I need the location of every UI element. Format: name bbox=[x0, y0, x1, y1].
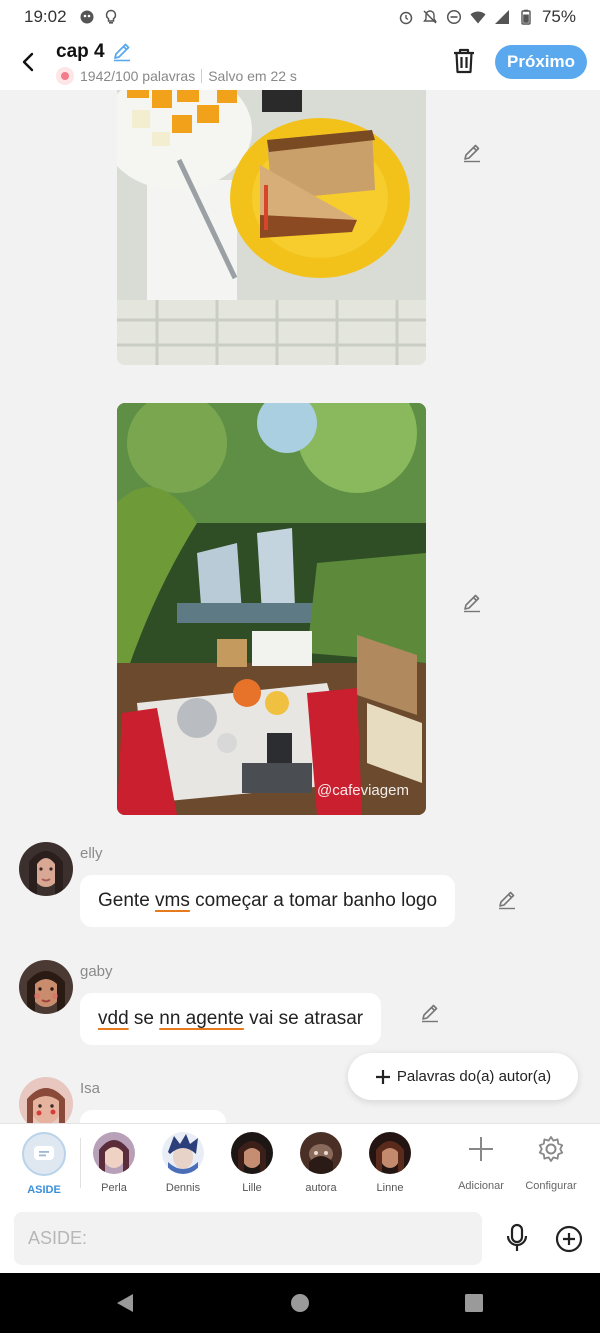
add-circle-icon[interactable] bbox=[555, 1225, 583, 1253]
edit-image-icon[interactable] bbox=[461, 142, 483, 164]
spellcheck-word: vdd bbox=[98, 1008, 129, 1029]
food-photo-image bbox=[117, 90, 426, 365]
edit-message-icon[interactable] bbox=[496, 889, 518, 911]
configure-button[interactable]: Configurar bbox=[519, 1134, 583, 1192]
author-name: Isa bbox=[80, 1080, 101, 1097]
character-label: autora bbox=[305, 1182, 337, 1194]
author-name: gaby bbox=[80, 963, 113, 980]
status-bar: 19:02 75% bbox=[0, 0, 600, 34]
chapter-title: cap 4 bbox=[56, 41, 105, 62]
avatar-isa[interactable] bbox=[19, 1077, 73, 1123]
app-notification-icon bbox=[80, 10, 94, 24]
photo-watermark: @cafeviagem bbox=[317, 782, 409, 799]
avatar-gaby[interactable] bbox=[19, 960, 73, 1014]
battery-level: 75% bbox=[541, 7, 576, 26]
avatar bbox=[162, 1132, 204, 1174]
add-character-button[interactable]: Adicionar bbox=[449, 1134, 513, 1192]
editor-header: cap 4 1942/100 palavras Salvo em 22 s Pr… bbox=[0, 34, 600, 90]
message-text-segment: Gente bbox=[98, 890, 156, 911]
do-not-disturb-icon bbox=[446, 9, 462, 25]
avatar bbox=[300, 1132, 342, 1174]
author-words-button[interactable]: Palavras do(a) autor(a) bbox=[348, 1053, 578, 1100]
avatar bbox=[369, 1132, 411, 1174]
signal-icon bbox=[494, 10, 509, 24]
chevron-left-icon bbox=[22, 52, 34, 72]
author-words-label: Palavras do(a) autor(a) bbox=[396, 1068, 552, 1085]
chapter-content[interactable]: @cafeviagem elly Gente vms começar a tom… bbox=[0, 90, 600, 1123]
message-bubble[interactable]: Gente vms começar a tomar banho logo bbox=[80, 875, 456, 927]
character-bar: ASIDE Perla Dennis Lille autora Linne Ad… bbox=[0, 1123, 600, 1203]
author-name: elly bbox=[80, 845, 103, 862]
nav-home-icon[interactable] bbox=[288, 1291, 312, 1315]
chat-bubble-icon bbox=[22, 1132, 66, 1176]
message-text: Gente vms começar a tomar banho logo bbox=[98, 890, 437, 912]
character-label: Linne bbox=[376, 1182, 404, 1194]
alarm-icon bbox=[399, 11, 413, 25]
message-text-segment: vai se atrasar bbox=[243, 1008, 364, 1029]
character-autora[interactable]: autora bbox=[293, 1132, 349, 1194]
character-linne[interactable]: Linne bbox=[362, 1132, 418, 1194]
add-label: Adicionar bbox=[458, 1180, 504, 1192]
spellcheck-word: nn agente bbox=[159, 1008, 244, 1029]
character-label: ASIDE bbox=[27, 1184, 61, 1196]
flower-icon bbox=[56, 67, 74, 85]
status-time: 19:02 bbox=[24, 7, 67, 26]
avatar bbox=[231, 1132, 273, 1174]
character-dennis[interactable]: Dennis bbox=[155, 1132, 211, 1194]
waterfall-breakfast-image: @cafeviagem bbox=[117, 403, 426, 815]
gear-icon bbox=[538, 1136, 564, 1162]
character-label: Perla bbox=[101, 1182, 127, 1194]
word-count: 1942/100 palavras bbox=[80, 68, 196, 84]
message-text-segment: se bbox=[128, 1008, 160, 1029]
settings-label: Configurar bbox=[525, 1180, 577, 1192]
next-button[interactable]: Próximo bbox=[495, 45, 587, 79]
plus-icon bbox=[375, 1069, 390, 1084]
mute-icon bbox=[423, 10, 437, 24]
edit-title-icon[interactable] bbox=[111, 41, 133, 63]
character-perla[interactable]: Perla bbox=[86, 1132, 142, 1194]
plus-icon bbox=[469, 1137, 493, 1161]
back-button[interactable] bbox=[14, 48, 42, 76]
message-text-segment: começar a tomar banho logo bbox=[189, 890, 438, 911]
character-lille[interactable]: Lille bbox=[224, 1132, 280, 1194]
avatar bbox=[93, 1132, 135, 1174]
microphone-icon[interactable] bbox=[503, 1223, 531, 1253]
chapter-meta: 1942/100 palavras Salvo em 22 s bbox=[56, 67, 297, 85]
save-status: Salvo em 22 s bbox=[208, 68, 297, 84]
nav-back-icon[interactable] bbox=[113, 1291, 137, 1315]
waterfall-breakfast-photo[interactable]: @cafeviagem bbox=[117, 403, 426, 815]
character-aside[interactable]: ASIDE bbox=[16, 1132, 72, 1196]
edit-message-icon[interactable] bbox=[419, 1002, 441, 1024]
wifi-icon bbox=[470, 11, 486, 24]
message-bubble[interactable]: vdd se nn agente vai se atrasar bbox=[80, 993, 382, 1045]
message-text: vdd se nn agente vai se atrasar bbox=[98, 1008, 363, 1030]
message-input[interactable] bbox=[14, 1212, 482, 1265]
system-nav-bar bbox=[0, 1273, 600, 1333]
spellcheck-word: vms bbox=[155, 890, 190, 911]
avatar-elly[interactable] bbox=[19, 842, 73, 896]
food-photo[interactable] bbox=[117, 90, 426, 365]
battery-icon bbox=[521, 9, 531, 25]
character-label: Lille bbox=[242, 1182, 262, 1194]
trash-icon[interactable] bbox=[450, 46, 478, 76]
edit-image-icon[interactable] bbox=[461, 592, 483, 614]
lightbulb-icon bbox=[105, 9, 116, 24]
character-label: Dennis bbox=[165, 1182, 201, 1194]
nav-recents-icon[interactable] bbox=[462, 1291, 486, 1315]
message-input-bar bbox=[0, 1203, 600, 1273]
message-bubble[interactable] bbox=[80, 1110, 226, 1123]
